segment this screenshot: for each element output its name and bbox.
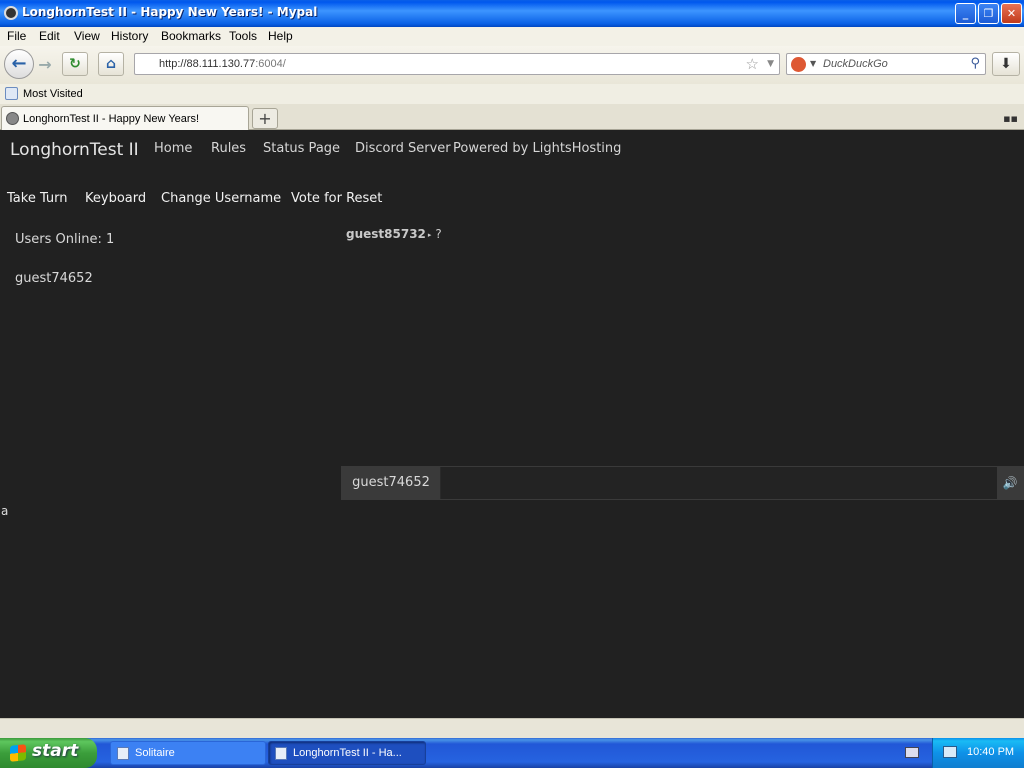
home-button[interactable]: ⌂: [98, 52, 124, 76]
start-label: start: [32, 741, 79, 761]
stray-text: a: [1, 504, 9, 518]
taskbar-item-browser[interactable]: LonghornTest II - Ha...: [268, 741, 426, 765]
sound-toggle-icon[interactable]: 🔊: [997, 467, 1023, 499]
downloads-button[interactable]: ⬇: [992, 52, 1020, 76]
taskbar-item-solitaire[interactable]: Solitaire: [110, 741, 266, 765]
nav-home[interactable]: Home: [154, 141, 192, 156]
bookmark-star-icon[interactable]: ☆: [746, 55, 759, 73]
new-tab-button[interactable]: +: [252, 108, 278, 129]
nav-discord-server[interactable]: Discord Server: [355, 141, 451, 156]
menu-file[interactable]: File: [7, 29, 26, 43]
clock[interactable]: 10:40 PM: [967, 746, 1014, 758]
window-titlebar[interactable]: LonghornTest II - Happy New Years! - Myp…: [0, 0, 1024, 27]
solitaire-icon: [117, 747, 129, 760]
search-bar[interactable]: ▼ DuckDuckGo ⚲: [786, 53, 986, 75]
chat-message-text: ?: [435, 227, 442, 241]
window-title: LonghornTest II - Happy New Years! - Myp…: [22, 5, 318, 19]
forward-button[interactable]: →: [34, 55, 56, 75]
menu-edit[interactable]: Edit: [39, 29, 60, 43]
url-bar[interactable]: http://88.111.130.77:6004/ ☆ ▼: [134, 53, 780, 75]
chat-input[interactable]: [441, 467, 997, 499]
tab-strip: LonghornTest II - Happy New Years! + ▪▪: [0, 104, 1024, 130]
site-brand[interactable]: LonghornTest II: [10, 140, 139, 160]
menu-help[interactable]: Help: [268, 29, 293, 43]
mypal-app-icon: [4, 6, 18, 20]
menu-bar: File Edit View History Bookmarks Tools H…: [0, 27, 1024, 46]
url-port: :6004/: [255, 58, 286, 70]
chat-input-bar: guest74652 🔊: [341, 466, 1024, 500]
vote-for-reset-button[interactable]: Vote for Reset: [291, 191, 382, 206]
menu-view[interactable]: View: [74, 29, 100, 43]
browser-status-bar: [0, 718, 1024, 738]
tab-favicon-icon: [6, 112, 19, 125]
users-online-count: Users Online: 1: [15, 232, 115, 247]
keyboard-button[interactable]: Keyboard: [85, 191, 146, 206]
page-content: LonghornTest II Home Rules Status Page D…: [0, 130, 1024, 718]
search-icon[interactable]: ⚲: [970, 56, 980, 71]
duckduckgo-icon[interactable]: [791, 57, 806, 72]
bookmarks-toolbar: Most Visited: [0, 84, 1024, 104]
chat-username-label: guest74652: [342, 467, 440, 499]
minimize-button[interactable]: _: [955, 3, 976, 24]
change-username-button[interactable]: Change Username: [161, 191, 281, 206]
keyboard-layout-icon[interactable]: [905, 747, 919, 758]
back-button[interactable]: ←: [4, 49, 34, 79]
chat-message: guest85732 ▸?: [346, 227, 442, 241]
taskbar-item-label: LonghornTest II - Ha...: [293, 747, 402, 759]
mypal-icon: [275, 747, 287, 760]
tab-active[interactable]: LonghornTest II - Happy New Years!: [1, 106, 249, 130]
windows-taskbar: start Solitaire LonghornTest II - Ha... …: [0, 738, 1024, 768]
url-host: http://88.111.130.77: [159, 58, 256, 70]
windows-flag-icon: [10, 744, 26, 762]
user-list-item: guest74652: [15, 271, 93, 286]
list-all-tabs-icon[interactable]: ▪▪: [1003, 112, 1018, 125]
tab-title: LonghornTest II - Happy New Years!: [23, 113, 200, 125]
reload-button[interactable]: ↻: [62, 52, 88, 76]
menu-history[interactable]: History: [111, 29, 148, 43]
most-visited-icon: [5, 87, 18, 100]
most-visited-bookmark[interactable]: Most Visited: [23, 88, 83, 100]
network-icon[interactable]: [943, 746, 957, 758]
url-text[interactable]: http://88.111.130.77:6004/: [159, 58, 286, 70]
url-history-dropdown-icon[interactable]: ▼: [767, 59, 774, 69]
close-button[interactable]: ✕: [1001, 3, 1022, 24]
nav-powered-by[interactable]: Powered by LightsHosting: [453, 141, 621, 156]
chat-message-user: guest85732: [346, 227, 426, 241]
search-placeholder[interactable]: DuckDuckGo: [823, 58, 888, 70]
search-engine-dropdown-icon[interactable]: ▼: [810, 59, 816, 68]
taskbar-item-label: Solitaire: [135, 747, 175, 759]
system-tray: 10:40 PM: [932, 738, 1024, 768]
navigation-toolbar: ← → ↻ ⌂ http://88.111.130.77:6004/ ☆ ▼ ▼…: [0, 46, 1024, 84]
nav-status-page[interactable]: Status Page: [263, 141, 340, 156]
take-turn-button[interactable]: Take Turn: [7, 191, 68, 206]
restore-button[interactable]: ❐: [978, 3, 999, 24]
start-button[interactable]: start: [0, 738, 97, 768]
nav-rules[interactable]: Rules: [211, 141, 246, 156]
menu-tools[interactable]: Tools: [229, 29, 257, 43]
menu-bookmarks[interactable]: Bookmarks: [161, 29, 221, 43]
chat-arrow-icon: ▸: [427, 230, 432, 239]
